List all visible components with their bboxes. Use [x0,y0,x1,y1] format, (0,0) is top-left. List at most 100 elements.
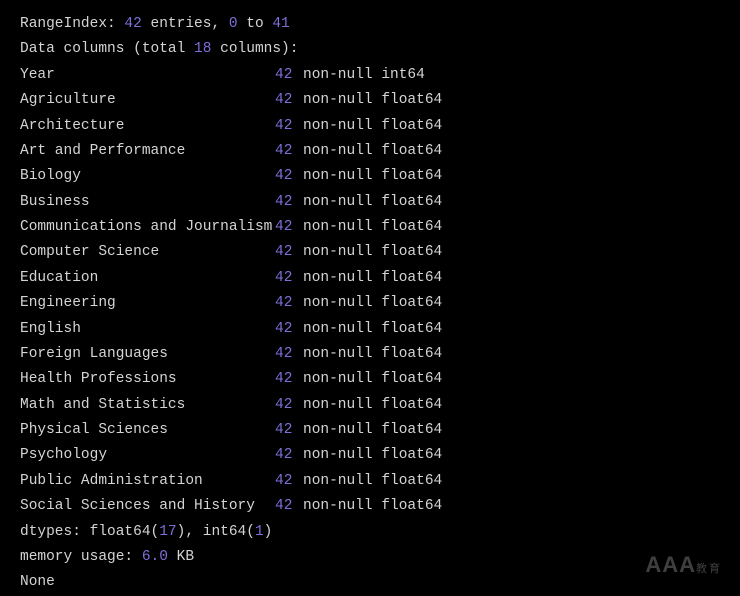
terminal-output: RangeIndex: 42 entries, 0 to 41 Data col… [20,12,720,596]
column-row: Agriculture42non-null float64 [20,88,720,113]
column-name: Biology [20,164,275,189]
column-count: 42 [275,291,303,316]
column-count: 42 [275,240,303,265]
column-name: English [20,317,275,342]
column-dtype: non-null float64 [303,143,442,159]
column-name: Art and Performance [20,139,275,164]
column-name: Foreign Languages [20,342,275,367]
column-name: Education [20,266,275,291]
column-name: Engineering [20,291,275,316]
entries-count: 42 [124,16,141,32]
column-name: Architecture [20,114,275,139]
column-name: Agriculture [20,88,275,113]
column-name: Public Administration [20,469,275,494]
column-dtype: non-null float64 [303,118,442,134]
column-count: 42 [275,317,303,342]
range-start: 0 [229,16,238,32]
column-row: Math and Statistics42non-null float64 [20,393,720,418]
memory-line: memory usage: 6.0 KB [20,545,720,570]
column-count: 42 [275,367,303,392]
column-dtype: non-null float64 [303,194,442,210]
column-count: 42 [275,266,303,291]
column-row: Public Administration42non-null float64 [20,469,720,494]
column-dtype: non-null float64 [303,346,442,362]
dtypes-prefix: dtypes: float64( [20,524,159,540]
column-dtype: non-null float64 [303,473,442,489]
column-row: Biology42non-null float64 [20,164,720,189]
column-dtype: non-null int64 [303,67,425,83]
column-row: Business42non-null float64 [20,190,720,215]
column-count: 42 [275,443,303,468]
column-row: Foreign Languages42non-null float64 [20,342,720,367]
column-count: 42 [275,393,303,418]
column-name: Physical Sciences [20,418,275,443]
column-name: Social Sciences and History [20,494,275,519]
column-count: 42 [275,418,303,443]
watermark-sub: 教育 [696,563,722,575]
column-name: Health Professions [20,367,275,392]
watermark: AAA教育 [645,546,722,585]
dtypes-suffix: ) [264,524,273,540]
mem-prefix: memory usage: [20,549,142,565]
column-count: 42 [275,63,303,88]
column-name: Computer Science [20,240,275,265]
range-end: 41 [272,16,289,32]
entries-text: entries, [142,16,229,32]
column-count: 42 [275,190,303,215]
column-name: Communications and Journalism [20,215,275,240]
range-prefix: RangeIndex: [20,16,124,32]
column-dtype: non-null float64 [303,270,442,286]
column-row: Social Sciences and History42non-null fl… [20,494,720,519]
column-row: Engineering42non-null float64 [20,291,720,316]
column-dtype: non-null float64 [303,244,442,260]
column-dtype: non-null float64 [303,422,442,438]
range-mid: to [238,16,273,32]
column-dtype: non-null float64 [303,447,442,463]
column-dtype: non-null float64 [303,168,442,184]
columns-list: Year42non-null int64Agriculture42non-nul… [20,63,720,520]
column-dtype: non-null float64 [303,219,442,235]
column-name: Math and Statistics [20,393,275,418]
cols-count: 18 [194,41,211,57]
data-columns-line: Data columns (total 18 columns): [20,37,720,62]
column-dtype: non-null float64 [303,92,442,108]
column-name: Business [20,190,275,215]
column-count: 42 [275,164,303,189]
mem-value: 6.0 [142,549,168,565]
float-count: 17 [159,524,176,540]
column-dtype: non-null float64 [303,321,442,337]
column-count: 42 [275,342,303,367]
column-count: 42 [275,494,303,519]
column-name: Year [20,63,275,88]
column-row: Education42non-null float64 [20,266,720,291]
dtypes-mid: ), int64( [177,524,255,540]
column-dtype: non-null float64 [303,397,442,413]
column-row: Communications and Journalism42non-null … [20,215,720,240]
column-count: 42 [275,114,303,139]
column-row: Physical Sciences42non-null float64 [20,418,720,443]
column-dtype: non-null float64 [303,371,442,387]
column-dtype: non-null float64 [303,498,442,514]
range-index-line: RangeIndex: 42 entries, 0 to 41 [20,12,720,37]
none-text: None [20,574,55,590]
column-row: Computer Science42non-null float64 [20,240,720,265]
column-count: 42 [275,469,303,494]
column-count: 42 [275,215,303,240]
column-name: Psychology [20,443,275,468]
cols-suffix: columns): [211,41,298,57]
column-row: Art and Performance42non-null float64 [20,139,720,164]
watermark-main: AAA [645,552,696,577]
column-count: 42 [275,88,303,113]
column-row: English42non-null float64 [20,317,720,342]
cols-prefix: Data columns (total [20,41,194,57]
column-row: Health Professions42non-null float64 [20,367,720,392]
column-dtype: non-null float64 [303,295,442,311]
column-row: Psychology42non-null float64 [20,443,720,468]
column-row: Architecture42non-null float64 [20,114,720,139]
none-line: None [20,570,720,595]
column-row: Year42non-null int64 [20,63,720,88]
dtypes-line: dtypes: float64(17), int64(1) [20,520,720,545]
column-count: 42 [275,139,303,164]
int-count: 1 [255,524,264,540]
mem-suffix: KB [168,549,194,565]
